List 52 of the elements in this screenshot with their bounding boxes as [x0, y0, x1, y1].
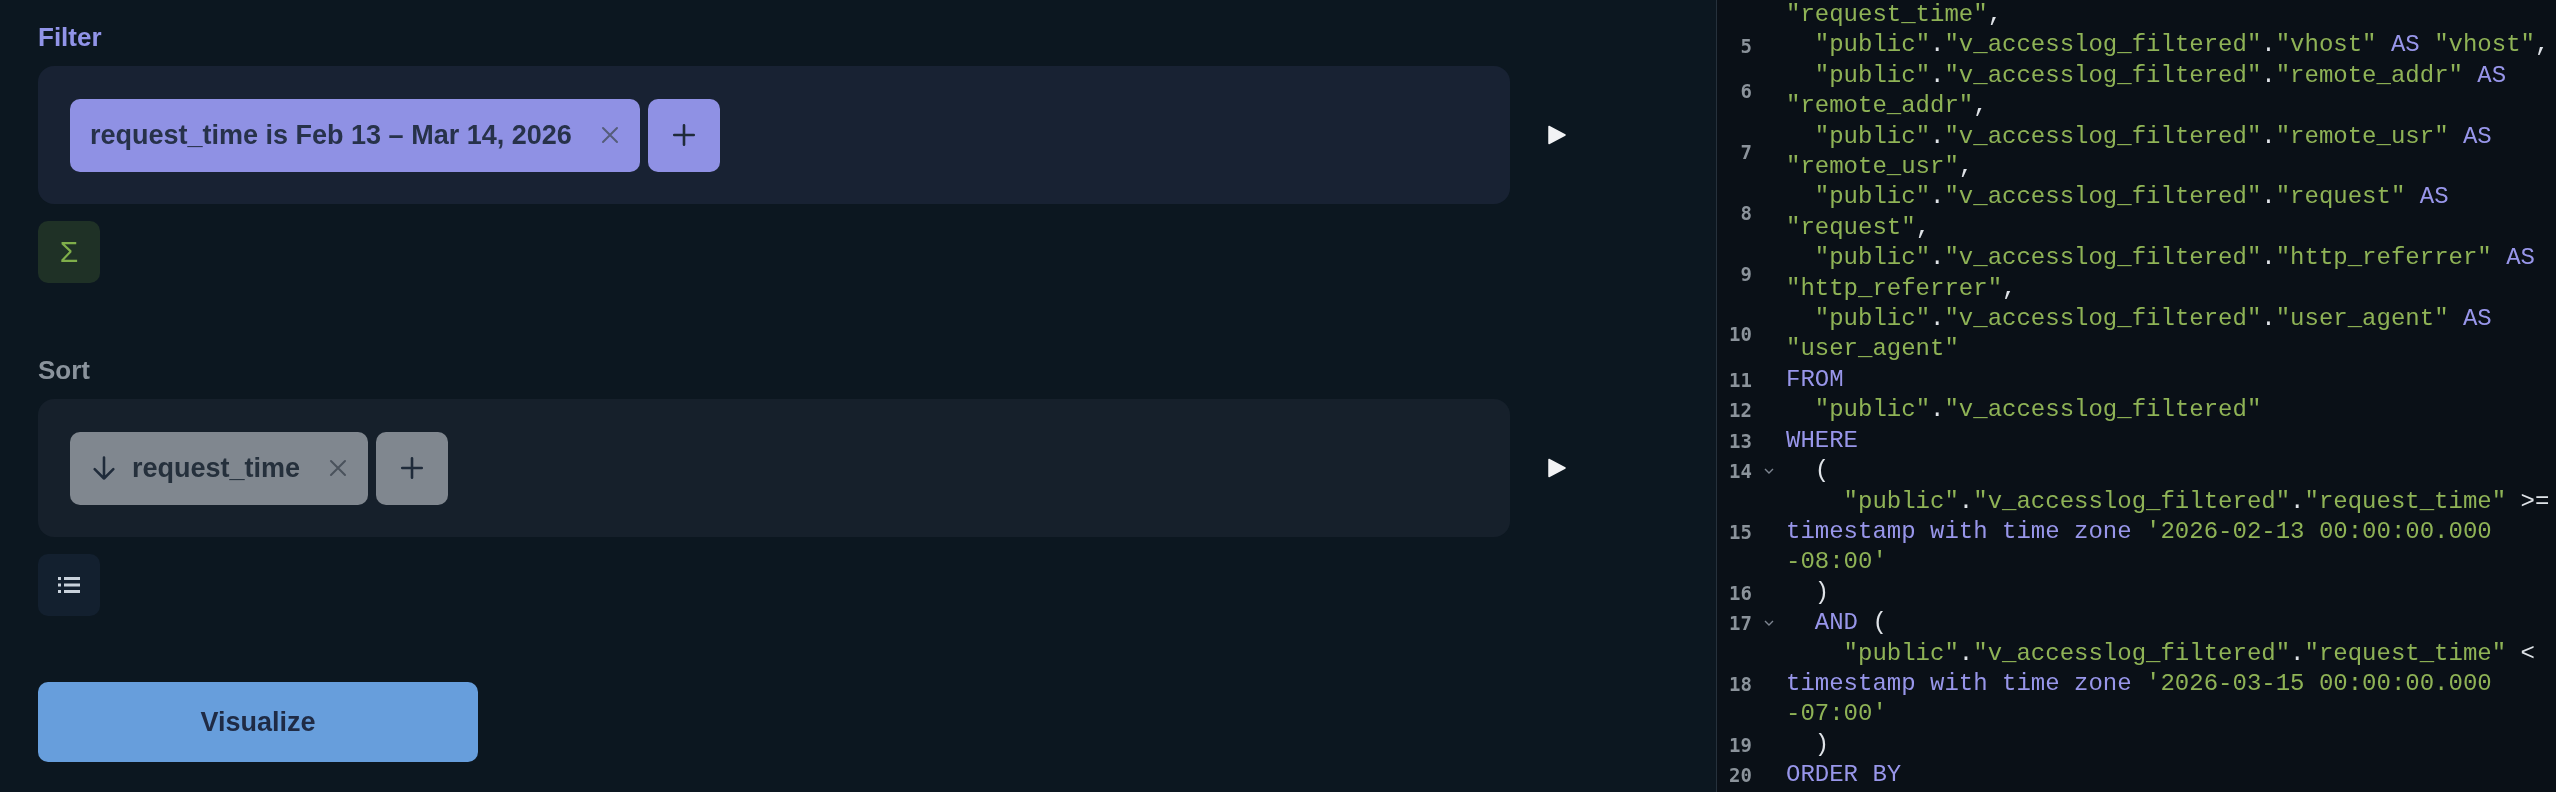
line-number: 7 — [1739, 141, 1752, 164]
code-line: "public"."v_accesslog_filtered"."request" AS "request", — [1786, 182, 2450, 243]
code-line: "public"."v_accesslog_filtered"."request_time" >= timestamp with time zone '2026-02-13 00:00:00.000 -08:00' — [1786, 486, 2551, 578]
line-number: 20 — [1728, 764, 1752, 787]
code-line: "public"."v_accesslog_filtered" — [1813, 395, 2263, 426]
line-number: 11 — [1728, 369, 1752, 392]
section-title: Sort — [38, 355, 91, 386]
line-number: 6 — [1739, 80, 1752, 103]
line-number: 14 — [1728, 460, 1752, 483]
section-title: Filter — [38, 22, 103, 53]
play-icon[interactable] — [1548, 458, 1566, 478]
line-number: 15 — [1728, 521, 1752, 544]
line-number: 5 — [1739, 34, 1752, 57]
code-line: ) — [1813, 729, 1831, 760]
code-line: "public"."v_accesslog_filtered"."http_referrer" AS "http_referrer", — [1786, 243, 2536, 304]
chevron-down-icon[interactable] — [1764, 620, 1774, 627]
add-button[interactable] — [376, 431, 449, 505]
line-number: 12 — [1728, 399, 1752, 422]
line-number: 19 — [1728, 733, 1752, 756]
code-line: "public"."v_accesslog_filtered"."request_time" < timestamp with time zone '2026-03-15 00:00:00.000 -07:00' — [1786, 638, 2536, 730]
arrow-down-icon[interactable] — [90, 454, 118, 482]
code-line: ORDER BY — [1786, 760, 1903, 791]
summarize-button[interactable]: Σ — [38, 221, 100, 283]
code-line: ) — [1813, 577, 1831, 608]
line-number: 10 — [1728, 323, 1752, 346]
line-number: 18 — [1728, 673, 1752, 696]
list-icon — [57, 575, 81, 595]
list-button[interactable] — [38, 554, 100, 616]
line-number: 9 — [1739, 262, 1752, 285]
step-chip[interactable]: request_time is Feb 13 – Mar 14, 2026 — [70, 98, 640, 172]
visualize-button[interactable]: Visualize — [38, 682, 478, 762]
code-line: FROM — [1786, 364, 1845, 395]
chip-label: request_time is Feb 13 – Mar 14, 2026 — [90, 119, 572, 151]
plus-icon — [399, 455, 426, 481]
add-button[interactable] — [647, 98, 720, 172]
chevron-down-icon[interactable] — [1764, 468, 1774, 475]
code-line: "public"."v_accesslog_filtered"."vhost" AS "vhost", — [1813, 30, 2551, 61]
line-number: 16 — [1728, 581, 1752, 604]
code-line: AND ( — [1813, 608, 1888, 639]
line-number: 8 — [1739, 201, 1752, 224]
code-line: "request_time", — [1786, 0, 2004, 30]
code-line: "public"."v_accesslog_filtered"."remote_addr" AS "remote_addr", — [1786, 60, 2508, 122]
plus-icon — [670, 122, 697, 148]
line-number: 13 — [1728, 429, 1752, 452]
chip-label: request_time — [132, 452, 301, 484]
code-line: ( — [1813, 456, 1831, 487]
code-line: "public"."v_accesslog_filtered"."user_agent" AS "user_agent" — [1786, 304, 2493, 365]
step-chip[interactable]: request_time — [70, 431, 369, 505]
code-line: WHERE — [1786, 425, 1859, 456]
play-icon[interactable] — [1548, 125, 1566, 145]
line-number: 17 — [1728, 612, 1752, 635]
code-line: "public"."v_accesslog_filtered"."remote_usr" AS "remote_usr", — [1786, 121, 2493, 183]
